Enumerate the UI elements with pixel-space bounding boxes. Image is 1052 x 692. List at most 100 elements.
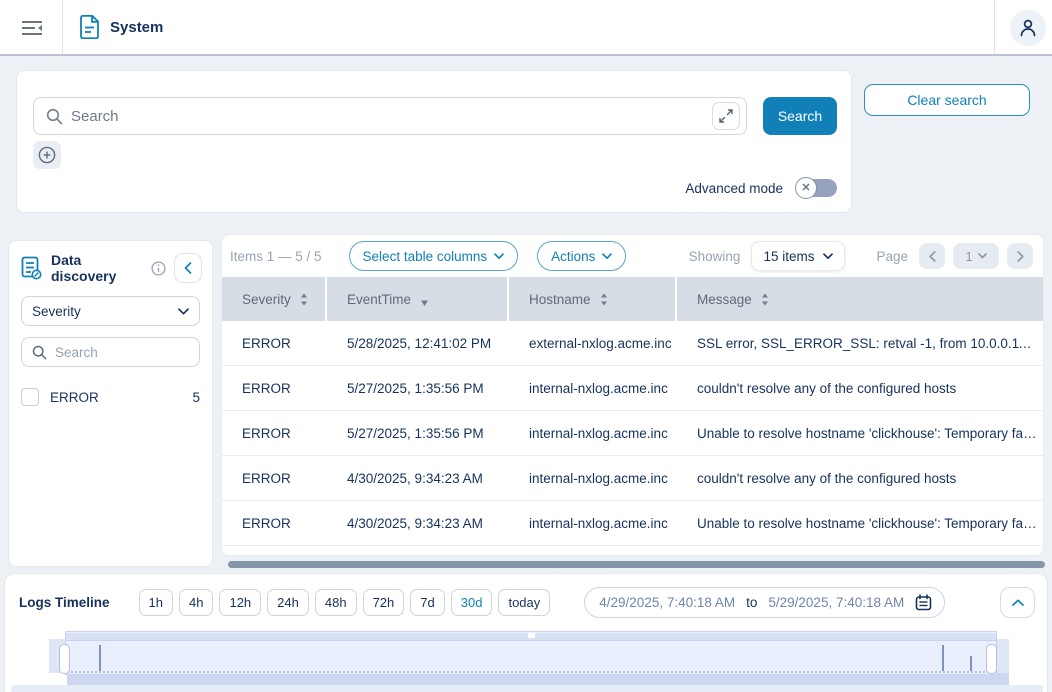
chevron-left-icon [929,251,936,262]
range-button-72h[interactable]: 72h [363,589,405,616]
column-header-message[interactable]: Message [677,277,1043,321]
page-title: System [110,19,163,36]
calendar-icon [915,594,932,611]
search-icon [32,345,47,360]
page-label: Page [876,249,908,264]
timeline-baseline [67,671,995,673]
next-page-button[interactable] [1007,243,1033,269]
cell-message: Unable to resolve hostname 'clickhouse':… [677,426,1043,441]
brush-handle-right[interactable] [986,644,997,674]
cell-eventtime: 5/27/2025, 1:35:56 PM [327,426,509,441]
table-row[interactable]: ERROR 4/30/2025, 9:34:23 AM internal-nxl… [222,501,1043,546]
pagination-controls: Showing 15 items Page 1 [689,241,1033,271]
items-count-label: Items 1 — 5 / 5 [230,249,322,264]
sort-desc-icon [420,300,429,306]
brush-handle-left[interactable] [59,644,70,674]
chevron-down-icon [823,253,833,260]
data-discovery-icon [21,256,43,280]
collapse-menu-icon[interactable] [16,13,48,43]
facet-search-input[interactable] [55,345,189,360]
advanced-mode-toggle[interactable]: ✕ [795,177,837,199]
range-button-48h[interactable]: 48h [315,589,357,616]
range-button-24h[interactable]: 24h [267,589,309,616]
prev-page-button[interactable] [919,243,945,269]
cell-hostname: external-nxlog.acme.inc [509,336,677,351]
user-menu-button[interactable] [1010,10,1046,46]
clear-search-button[interactable]: Clear search [864,84,1030,116]
cell-severity: ERROR [222,426,327,441]
range-button-1h[interactable]: 1h [139,589,173,616]
column-label: Message [697,292,752,307]
cell-message: couldn't resolve any of the configured h… [677,381,1043,396]
cell-eventtime: 4/30/2025, 9:34:23 AM [327,516,509,531]
timeline-scrollbar[interactable] [11,685,1043,692]
chevron-left-icon [184,262,192,274]
range-separator: to [746,595,757,610]
field-selector-value: Severity [32,304,81,319]
select-columns-button[interactable]: Select table columns [349,241,519,271]
actions-label: Actions [551,249,595,264]
page-number-value: 1 [965,249,972,264]
results-table-panel: Items 1 — 5 / 5 Select table columns Act… [221,234,1044,556]
table-header-row: Severity EventTime Hostname Message [222,277,1043,321]
cell-severity: ERROR [222,336,327,351]
sort-icon [300,293,308,306]
facet-count: 5 [192,390,200,405]
add-filter-button[interactable] [33,141,61,169]
column-header-hostname[interactable]: Hostname [509,277,677,321]
cell-severity: ERROR [222,381,327,396]
range-start-date: 4/29/2025, 7:40:18 AM [599,595,735,610]
range-end-date: 5/29/2025, 7:40:18 AM [768,595,904,610]
advanced-mode-row: Advanced mode ✕ [685,177,837,199]
search-button[interactable]: Search [763,97,837,135]
topbar-divider [994,0,995,54]
timeline-spike [942,645,944,671]
cell-message: SSL error, SSL_ERROR_SSL: retval -1, fro… [677,336,1043,351]
top-bar: System [0,0,1052,56]
expand-search-button[interactable] [712,102,740,130]
column-label: EventTime [347,292,411,307]
collapse-panel-button[interactable] [174,253,202,283]
cell-eventtime: 5/27/2025, 1:35:56 PM [327,381,509,396]
column-header-eventtime[interactable]: EventTime [327,277,509,321]
brush-drag-bar[interactable] [66,633,996,641]
table-row[interactable]: ERROR 5/27/2025, 1:35:56 PM internal-nxl… [222,411,1043,456]
chevron-down-icon [978,253,987,259]
table-toolbar: Items 1 — 5 / 5 Select table columns Act… [222,235,1043,277]
page-size-select[interactable]: 15 items [751,241,845,271]
page-title-group: System [79,0,163,54]
collapse-timeline-button[interactable] [1000,587,1035,618]
cell-message: Unable to resolve hostname 'clickhouse':… [677,516,1043,531]
facet-item-error[interactable]: ERROR 5 [21,388,200,406]
date-range-picker[interactable]: 4/29/2025, 7:40:18 AM to 5/29/2025, 7:40… [584,587,945,618]
timeline-header: Logs Timeline 1h 4h 12h 24h 48h 72h 7d 3… [5,574,1047,618]
search-box [33,97,747,135]
timeline-brush[interactable] [49,631,1009,689]
search-panel: Search Advanced mode ✕ [16,70,852,213]
showing-label: Showing [689,249,741,264]
chevron-right-icon [1017,251,1024,262]
select-columns-label: Select table columns [363,249,488,264]
range-button-7d[interactable]: 7d [410,589,444,616]
brush-selection[interactable] [65,631,997,675]
actions-button[interactable]: Actions [537,241,626,271]
range-button-12h[interactable]: 12h [219,589,261,616]
range-button-today[interactable]: today [498,589,550,616]
facet-checkbox[interactable] [21,388,39,406]
table-row[interactable]: ERROR 5/28/2025, 12:41:02 PM external-nx… [222,321,1043,366]
facet-search-box [21,337,200,367]
column-header-severity[interactable]: Severity [222,277,327,321]
table-row[interactable]: ERROR 5/27/2025, 1:35:56 PM internal-nxl… [222,366,1043,411]
range-button-4h[interactable]: 4h [179,589,213,616]
logs-timeline-panel: Logs Timeline 1h 4h 12h 24h 48h 72h 7d 3… [4,573,1048,692]
cell-eventtime: 5/28/2025, 12:41:02 PM [327,336,509,351]
field-selector[interactable]: Severity [21,296,200,326]
table-row[interactable]: ERROR 4/30/2025, 9:34:23 AM internal-nxl… [222,456,1043,501]
range-button-30d[interactable]: 30d [451,589,493,616]
page-number-select[interactable]: 1 [953,243,999,269]
search-input[interactable] [71,108,704,125]
facet-label: ERROR [50,390,99,405]
info-icon[interactable] [151,261,166,276]
drag-grip-icon [528,633,535,638]
horizontal-scrollbar[interactable] [228,561,1045,568]
